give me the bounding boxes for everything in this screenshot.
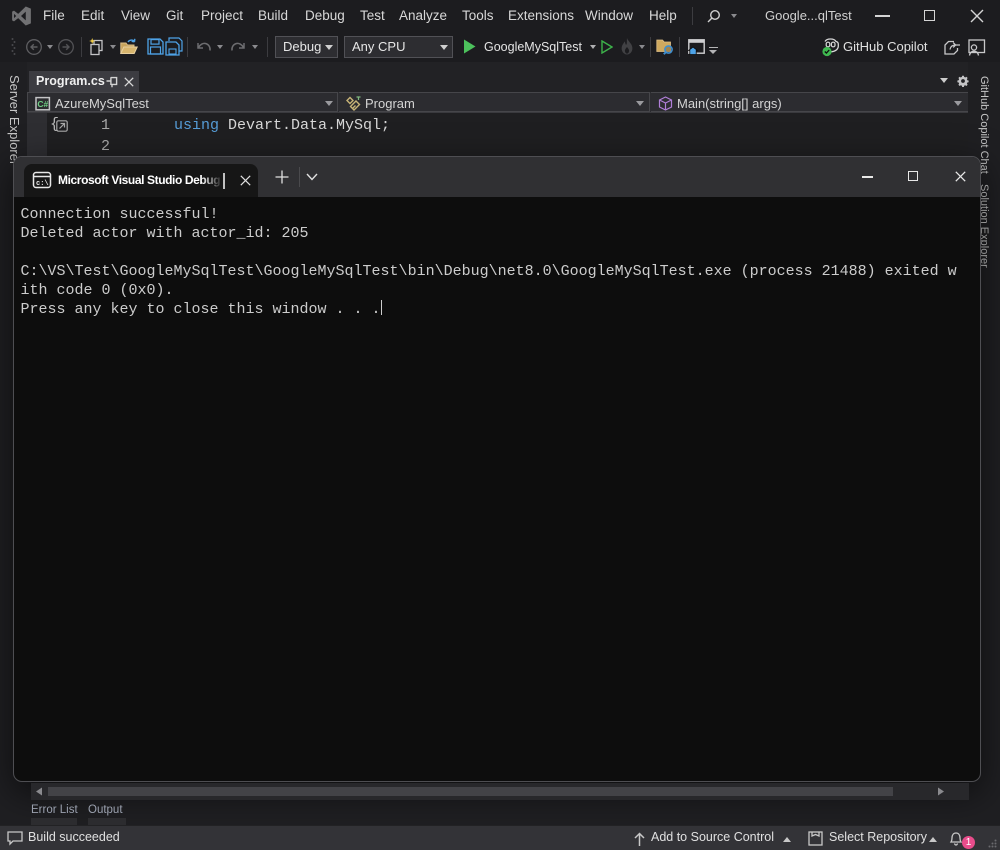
svg-text:c:\: c:\	[36, 180, 49, 188]
svg-text:C#: C#	[37, 99, 48, 109]
